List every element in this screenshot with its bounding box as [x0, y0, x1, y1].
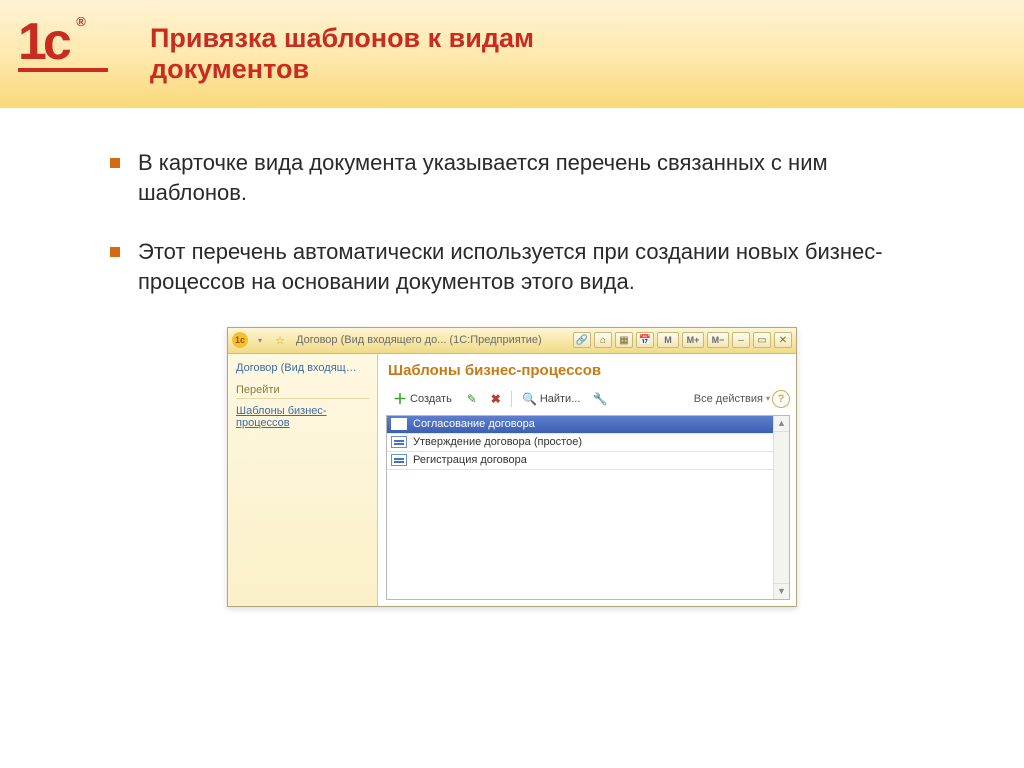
scroll-up-icon[interactable]: ▲: [774, 416, 789, 432]
help-button[interactable]: ?: [772, 390, 790, 408]
slide-body: В карточке вида документа указывается пе…: [0, 108, 1024, 607]
chevron-down-icon: ▾: [766, 394, 770, 403]
sidebar-heading[interactable]: Договор (Вид входящ…: [236, 362, 369, 374]
scroll-down-icon[interactable]: ▼: [774, 583, 789, 599]
template-list: Согласование договора Утверждение догово…: [386, 415, 790, 600]
memory-mplus-button[interactable]: M+: [682, 332, 704, 348]
delete-button[interactable]: ✖: [485, 389, 507, 409]
edit-button[interactable]: ✎: [461, 389, 483, 409]
sidebar-section-label: Перейти: [236, 384, 369, 399]
create-button[interactable]: ＋ Создать: [386, 389, 459, 409]
template-icon: [391, 454, 407, 466]
create-label: Создать: [410, 393, 452, 405]
star-icon[interactable]: ☆: [272, 332, 288, 348]
bullet-item: В карточке вида документа указывается пе…: [110, 148, 914, 207]
find-button[interactable]: 🔍 Найти...: [516, 389, 588, 409]
toolbar-separator: [511, 391, 512, 407]
pencil-icon: ✎: [466, 392, 478, 406]
sidebar: Договор (Вид входящ… Перейти Шаблоны биз…: [228, 354, 378, 606]
list-item[interactable]: Регистрация договора: [387, 452, 773, 470]
sidebar-item-templates[interactable]: Шаблоны бизнес-процессов: [236, 403, 369, 431]
list-item-label: Согласование договора: [413, 418, 535, 430]
plus-icon: ＋: [393, 392, 407, 406]
list-item[interactable]: Согласование договора: [387, 416, 773, 434]
search-icon: 🔍: [523, 392, 537, 406]
find-label: Найти...: [540, 393, 581, 405]
slide-title: Привязка шаблонов к видам документов: [150, 23, 630, 85]
slide-header: 1c Привязка шаблонов к видам документов: [0, 0, 1024, 108]
link-icon[interactable]: 🔗: [573, 332, 591, 348]
list-item-label: Утверждение договора (простое): [413, 436, 582, 448]
bullet-list: В карточке вида документа указывается пе…: [110, 148, 914, 297]
main-panel: Шаблоны бизнес-процессов ＋ Создать ✎ ✖ 🔍: [378, 354, 796, 606]
toolbar: ＋ Создать ✎ ✖ 🔍 Найти... 🔧: [386, 387, 790, 415]
vertical-scrollbar[interactable]: ▲ ▼: [773, 416, 789, 599]
all-actions-label: Все действия: [694, 393, 763, 405]
calculator-icon[interactable]: ▦: [615, 332, 633, 348]
bullet-item: Этот перечень автоматически используется…: [110, 237, 914, 296]
close-icon[interactable]: ✕: [774, 332, 792, 348]
memory-mminus-button[interactable]: M−: [707, 332, 729, 348]
window-client: Договор (Вид входящ… Перейти Шаблоны биз…: [228, 354, 796, 606]
main-title: Шаблоны бизнес-процессов: [386, 358, 790, 387]
list-item-label: Регистрация договора: [413, 454, 527, 466]
wrench-icon: 🔧: [593, 392, 607, 406]
template-icon: [391, 418, 407, 430]
calendar-icon[interactable]: 📅: [636, 332, 654, 348]
all-actions-button[interactable]: Все действия ▾: [694, 393, 770, 405]
memory-m-button[interactable]: M: [657, 332, 679, 348]
template-icon: [391, 436, 407, 448]
dropdown-icon[interactable]: ▾: [252, 332, 268, 348]
home-icon[interactable]: ⌂: [594, 332, 612, 348]
logo-1c: 1c: [18, 12, 108, 92]
list-item[interactable]: Утверждение договора (простое): [387, 434, 773, 452]
window-titlebar: 1c ▾ ☆ Договор (Вид входящего до... (1С:…: [228, 328, 796, 354]
app-icon-1c: 1c: [232, 332, 248, 348]
delete-icon: ✖: [490, 392, 502, 406]
app-window: 1c ▾ ☆ Договор (Вид входящего до... (1С:…: [227, 327, 797, 607]
restore-icon[interactable]: ▭: [753, 332, 771, 348]
settings-button[interactable]: 🔧: [589, 389, 611, 409]
window-title: Договор (Вид входящего до... (1С:Предпри…: [292, 334, 546, 346]
minimize-icon[interactable]: –: [732, 332, 750, 348]
